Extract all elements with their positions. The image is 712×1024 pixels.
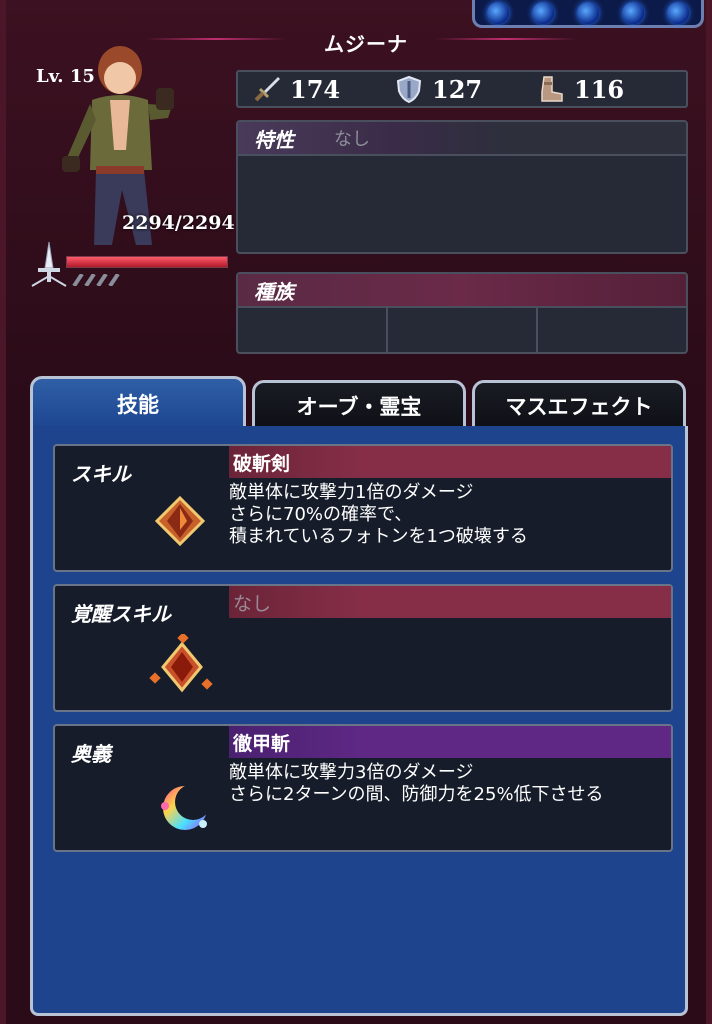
race-panel: 種族: [236, 272, 688, 354]
shield-icon: [396, 75, 422, 104]
skill-name-bar: なし: [229, 586, 671, 618]
tab-mass-effect[interactable]: マスエフェクト: [472, 380, 686, 428]
tab-bar: 技能 オーブ・霊宝 マスエフェクト: [30, 376, 688, 428]
hp-bar-fill: [67, 257, 227, 267]
orb-icon: [576, 1, 599, 24]
skill-description: 敵単体に攻撃力1倍のダメージ さらに70%の確率で、 積まれているフォトンを1つ…: [229, 482, 528, 548]
speed-stat: 116: [536, 74, 664, 104]
character-name: ムジーナ: [324, 32, 408, 56]
orb-icon: [667, 1, 690, 24]
boot-icon: [541, 76, 563, 102]
tab-orbs-relics[interactable]: オーブ・霊宝: [252, 380, 466, 428]
race-slot: [538, 308, 686, 352]
stats-bar: 174 127 116: [236, 70, 688, 108]
gauge-stripes: [72, 274, 120, 286]
orb-indicator: [472, 0, 704, 28]
tab-skills[interactable]: 技能: [30, 376, 246, 428]
race-title: 種族: [254, 279, 294, 304]
race-slot: [238, 308, 388, 352]
skill-desc-line: さらに2ターンの間、防御力を25%低下させる: [229, 784, 604, 805]
attack-stat: 174: [252, 74, 380, 104]
awakening-crystal-icon: [149, 634, 213, 693]
skill-name: 破斬剣: [233, 452, 291, 475]
skill-type-label: スキル: [71, 462, 131, 486]
skill-desc-line: さらに70%の確率で、: [229, 504, 413, 525]
skills-content: スキル 破斬剣 敵単体に攻撃力1倍のダメージ さらに70%の確率で、 積まれてい…: [30, 426, 688, 1016]
skill-description: 敵単体に攻撃力3倍のダメージ さらに2ターンの間、防御力を25%低下させる: [229, 762, 604, 806]
skill-desc-line: 積まれているフォトンを1つ破壊する: [229, 526, 528, 547]
unit-detail-frame: ムジーナ Lv. 15 2294/2294 174 127 116 特性 なし …: [0, 0, 712, 1024]
traits-header: 特性 なし: [238, 122, 686, 156]
skill-crystal-icon: [154, 495, 206, 547]
race-header: 種族: [238, 274, 686, 308]
traits-value: なし: [334, 129, 370, 150]
orb-icon: [531, 1, 554, 24]
sword-class-icon: [31, 241, 67, 287]
defense-value: 127: [432, 74, 483, 104]
crescent-moon-icon: [161, 784, 211, 830]
orb-icon: [486, 1, 509, 24]
skill-name: なし: [233, 592, 272, 615]
skill-desc-line: 敵単体に攻撃力3倍のダメージ: [229, 762, 474, 783]
race-slot: [388, 308, 538, 352]
sword-icon: [254, 77, 280, 102]
orb-icon: [622, 1, 645, 24]
attack-value: 174: [290, 74, 341, 104]
hp-readout: 2294/2294: [122, 212, 235, 234]
defense-stat: 127: [394, 74, 522, 104]
skill-name-bar: 破斬剣: [229, 446, 671, 478]
character-level: Lv. 15: [36, 66, 95, 87]
skill-desc-line: 敵単体に攻撃力1倍のダメージ: [229, 482, 474, 503]
skill-name: 徹甲斬: [233, 732, 291, 755]
traits-title: 特性: [254, 127, 294, 152]
hp-bar: [66, 256, 228, 268]
traits-panel: 特性 なし: [236, 120, 688, 254]
ultimate-skill-card[interactable]: 奥義 徹甲斬 敵単体に攻撃力3倍のダメージ さらに2ターンの間、防御力を25%低…: [53, 724, 673, 852]
speed-value: 116: [574, 74, 625, 104]
skill-name-bar: 徹甲斬: [229, 726, 671, 758]
race-slots: [238, 308, 686, 352]
skill-type-label: 覚醒スキル: [71, 602, 171, 626]
skill-type-label: 奥義: [71, 742, 111, 766]
skill-card[interactable]: スキル 破斬剣 敵単体に攻撃力1倍のダメージ さらに70%の確率で、 積まれてい…: [53, 444, 673, 572]
awakening-skill-card[interactable]: 覚醒スキル なし: [53, 584, 673, 712]
